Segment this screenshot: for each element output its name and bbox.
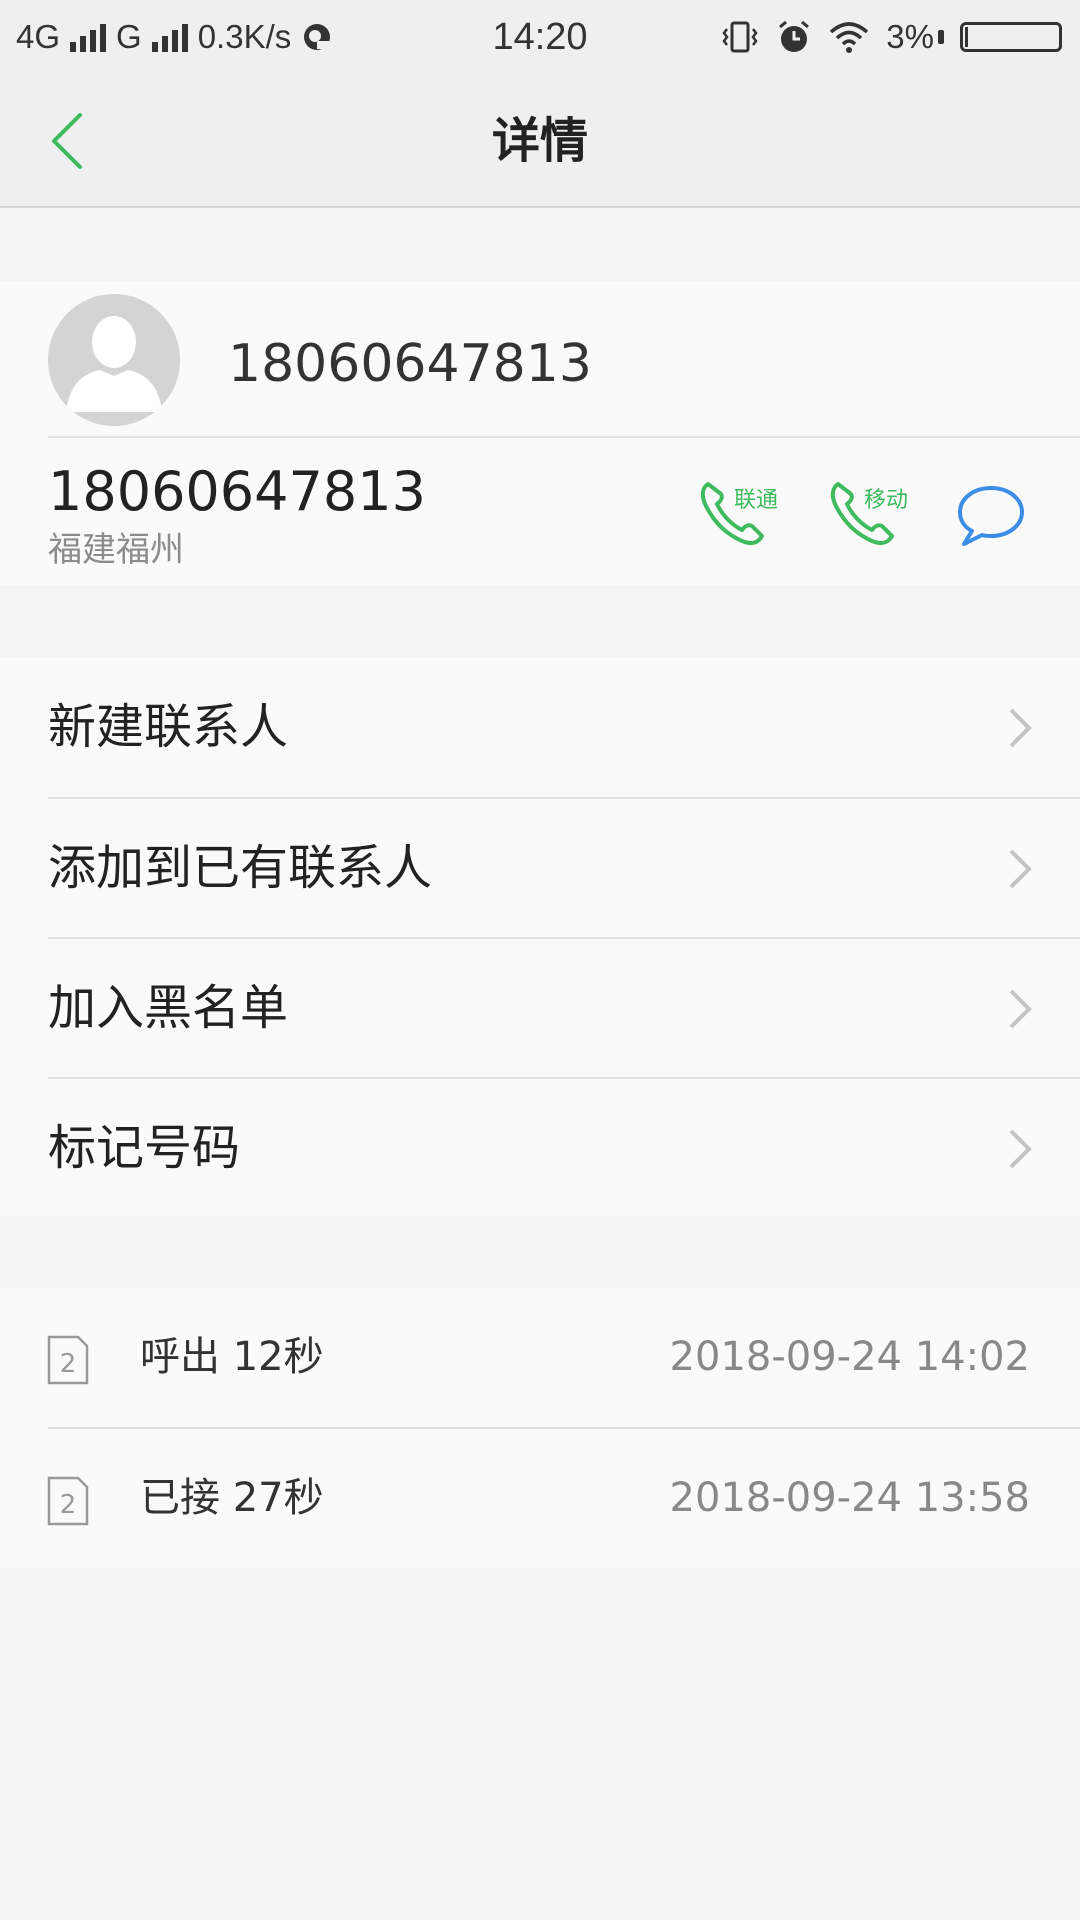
network-type-2: G [116,18,142,55]
add-to-blacklist-item[interactable]: 加入黑名单 [0,939,1080,1078]
call-log-row[interactable]: 2 呼出 12秒 2018-09-24 14:02 [0,1288,1080,1427]
chevron-right-icon [1009,849,1032,889]
call-type: 已接 27秒 [140,1475,324,1521]
wifi-icon [830,22,869,53]
network-speed: 0.3K/s [197,18,292,55]
battery-fill [965,27,968,47]
mark-number-item[interactable]: 标记号码 [0,1079,1080,1218]
alarm-icon [779,20,810,52]
vibrate-icon [722,21,758,53]
sim-card-icon: 2 [47,1335,89,1385]
message-button[interactable] [956,474,1026,552]
back-arrow-icon [52,113,82,169]
new-contact-item[interactable]: 新建联系人 [0,658,1080,797]
call-mobile-button[interactable]: 移动 [828,474,918,552]
divider [48,436,1080,438]
status-bar: 4G G 0.3K/s 14:20 3% [0,0,1080,74]
menu-item-label: 标记号码 [48,1120,241,1176]
menu-item-label: 新建联系人 [48,699,289,755]
battery-tip [938,30,944,44]
sim-number: 2 [60,1490,77,1520]
person-silhouette-icon [48,294,180,426]
menu-card: 新建联系人 添加到已有联系人 加入黑名单 标记号码 [0,658,1080,1216]
cloud-sync-icon [304,24,331,50]
phone-location: 福建福州 [48,530,184,570]
call-log-card: 2 呼出 12秒 2018-09-24 14:02 2 已接 27秒 2018-… [0,1288,1080,1568]
page-title: 详情 [491,113,588,169]
call-type: 呼出 12秒 [140,1334,324,1380]
back-button[interactable] [48,108,108,174]
chevron-right-icon [1009,1129,1032,1169]
status-left: 4G G 0.3K/s [16,14,333,60]
call-log-row[interactable]: 2 已接 27秒 2018-09-24 13:58 [0,1429,1080,1568]
call-unicom-button[interactable]: 联通 [698,474,788,552]
phone-number[interactable]: 18060647813 [48,462,426,522]
chevron-right-icon [1009,708,1032,748]
avatar [48,294,180,426]
call-button-label: 移动 [864,488,909,513]
battery-icon [960,22,1062,52]
contact-name: 18060647813 [228,334,592,394]
status-right: 3% [720,14,1062,60]
chevron-right-icon [1009,989,1032,1029]
network-type-1: 4G [16,18,61,55]
message-icon [958,486,1024,546]
nav-bar: 详情 [0,74,1080,208]
battery-percent: 3% [886,18,934,55]
sim-number: 2 [60,1349,77,1379]
signal-icon [151,22,188,52]
menu-item-label: 添加到已有联系人 [48,840,433,896]
signal-icon [70,22,107,52]
contact-card: 18060647813 18060647813 福建福州 联通 移动 [0,282,1080,586]
call-time: 2018-09-24 14:02 [669,1334,1030,1380]
call-button-label: 联通 [734,488,779,513]
menu-item-label: 加入黑名单 [48,980,289,1036]
sim-card-icon: 2 [47,1476,89,1526]
add-to-existing-contact-item[interactable]: 添加到已有联系人 [0,799,1080,938]
call-time: 2018-09-24 13:58 [669,1475,1030,1521]
